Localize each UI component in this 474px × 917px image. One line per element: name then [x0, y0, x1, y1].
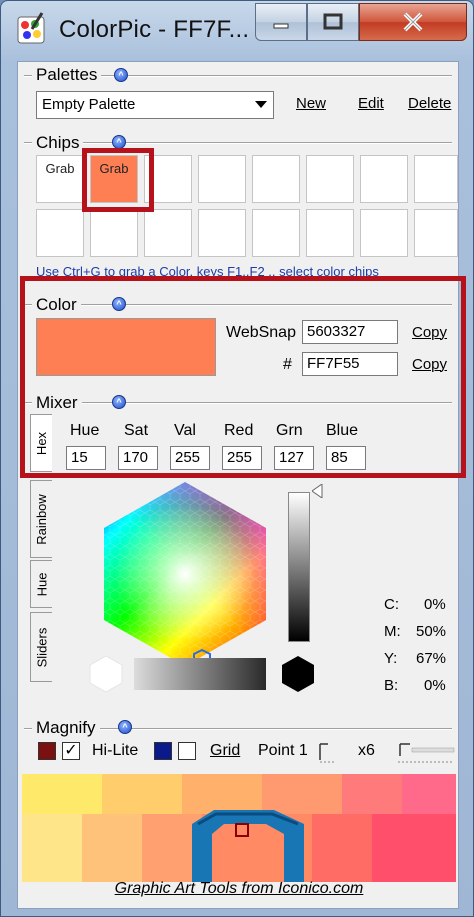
cmyk-c-value: 0%	[424, 596, 446, 613]
chip-16[interactable]	[414, 209, 458, 257]
client-area: Palettes ^ Empty Palette New Edit Delete…	[17, 61, 466, 909]
hilite-label: Hi-Lite	[92, 742, 139, 759]
point-size-label: Point 1	[258, 742, 308, 759]
grid-color-swatch[interactable]	[154, 742, 172, 760]
grid-checkbox[interactable]	[178, 742, 196, 760]
cmyk-y-value: 67%	[416, 650, 447, 667]
close-icon	[403, 12, 423, 32]
hilite-color-swatch[interactable]	[38, 742, 56, 760]
palette-select-value: Empty Palette	[42, 96, 136, 113]
edit-palette-button[interactable]: Edit	[358, 95, 384, 112]
tab-rainbow[interactable]: Rainbow	[30, 480, 52, 558]
cmyk-c-label: C:	[384, 596, 399, 613]
magnify-info-icon[interactable]: ^	[118, 720, 132, 734]
maximize-icon	[323, 13, 343, 30]
chip-8[interactable]	[414, 155, 458, 203]
cmyk-y-label: Y:	[384, 650, 398, 667]
window-frame: ColorPic - FF7F... Palettes ^ Empty Pale…	[0, 0, 474, 917]
maximize-button[interactable]	[307, 3, 359, 41]
chip-highlight-box	[82, 148, 154, 212]
chip-12[interactable]	[198, 209, 246, 257]
palettes-info-icon[interactable]: ^	[114, 68, 128, 82]
minimize-icon	[273, 23, 289, 29]
hex-color-wheel	[104, 482, 266, 666]
magnifier-view[interactable]	[22, 774, 456, 882]
cmyk-m-value: 50%	[416, 623, 447, 640]
value-slider-thumb-icon[interactable]	[312, 484, 324, 498]
value-slider[interactable]	[288, 492, 310, 642]
chip-10[interactable]	[90, 209, 138, 257]
zoom-label: x6	[358, 742, 375, 759]
chip-6[interactable]	[306, 155, 354, 203]
tab-hue[interactable]: Hue	[30, 560, 52, 608]
cmyk-b-label: B:	[384, 677, 399, 694]
chip-15[interactable]	[360, 209, 408, 257]
chip-5[interactable]	[252, 155, 300, 203]
chip-1-label: Grab	[45, 161, 75, 176]
tab-hue-label: Hue	[34, 572, 50, 596]
cmyk-b-value: 0%	[424, 677, 446, 694]
new-palette-button[interactable]: New	[296, 95, 326, 112]
color-mixer-highlight-box	[20, 276, 466, 478]
tab-sliders[interactable]: Sliders	[30, 612, 52, 682]
chip-14[interactable]	[306, 209, 354, 257]
chips-info-icon[interactable]: ^	[112, 135, 126, 149]
chip-13[interactable]	[252, 209, 300, 257]
grid-label: Grid	[210, 742, 241, 759]
palettes-label: Palettes	[32, 65, 102, 85]
chip-7[interactable]	[360, 155, 408, 203]
chip-4[interactable]	[198, 155, 246, 203]
point-size-slider-icon[interactable]	[318, 742, 336, 764]
iconico-link[interactable]: Graphic Art Tools from Iconico.com	[18, 880, 460, 898]
chip-11[interactable]	[144, 209, 192, 257]
hilite-checkbox[interactable]: ✓	[62, 742, 80, 760]
tab-rainbow-label: Rainbow	[34, 493, 49, 545]
chip-1[interactable]: Grab	[36, 155, 84, 203]
tab-sliders-label: Sliders	[34, 627, 49, 667]
window-title: ColorPic - FF7F...	[59, 16, 250, 43]
title-bar[interactable]: ColorPic - FF7F...	[1, 1, 474, 59]
cmyk-m-label: M:	[384, 623, 401, 640]
chip-9[interactable]	[36, 209, 84, 257]
minimize-button[interactable]	[255, 3, 307, 41]
palette-select[interactable]: Empty Palette	[36, 91, 274, 119]
chevron-down-icon	[251, 94, 271, 116]
close-button[interactable]	[359, 3, 467, 41]
paint-palette-icon	[17, 12, 45, 44]
chips-label: Chips	[32, 133, 84, 153]
chips-divider	[24, 142, 452, 144]
magnify-label: Magnify	[32, 718, 100, 738]
grayscale-swatches[interactable]	[86, 652, 326, 696]
delete-palette-button[interactable]: Delete	[408, 95, 451, 112]
zoom-slider[interactable]	[396, 742, 456, 764]
